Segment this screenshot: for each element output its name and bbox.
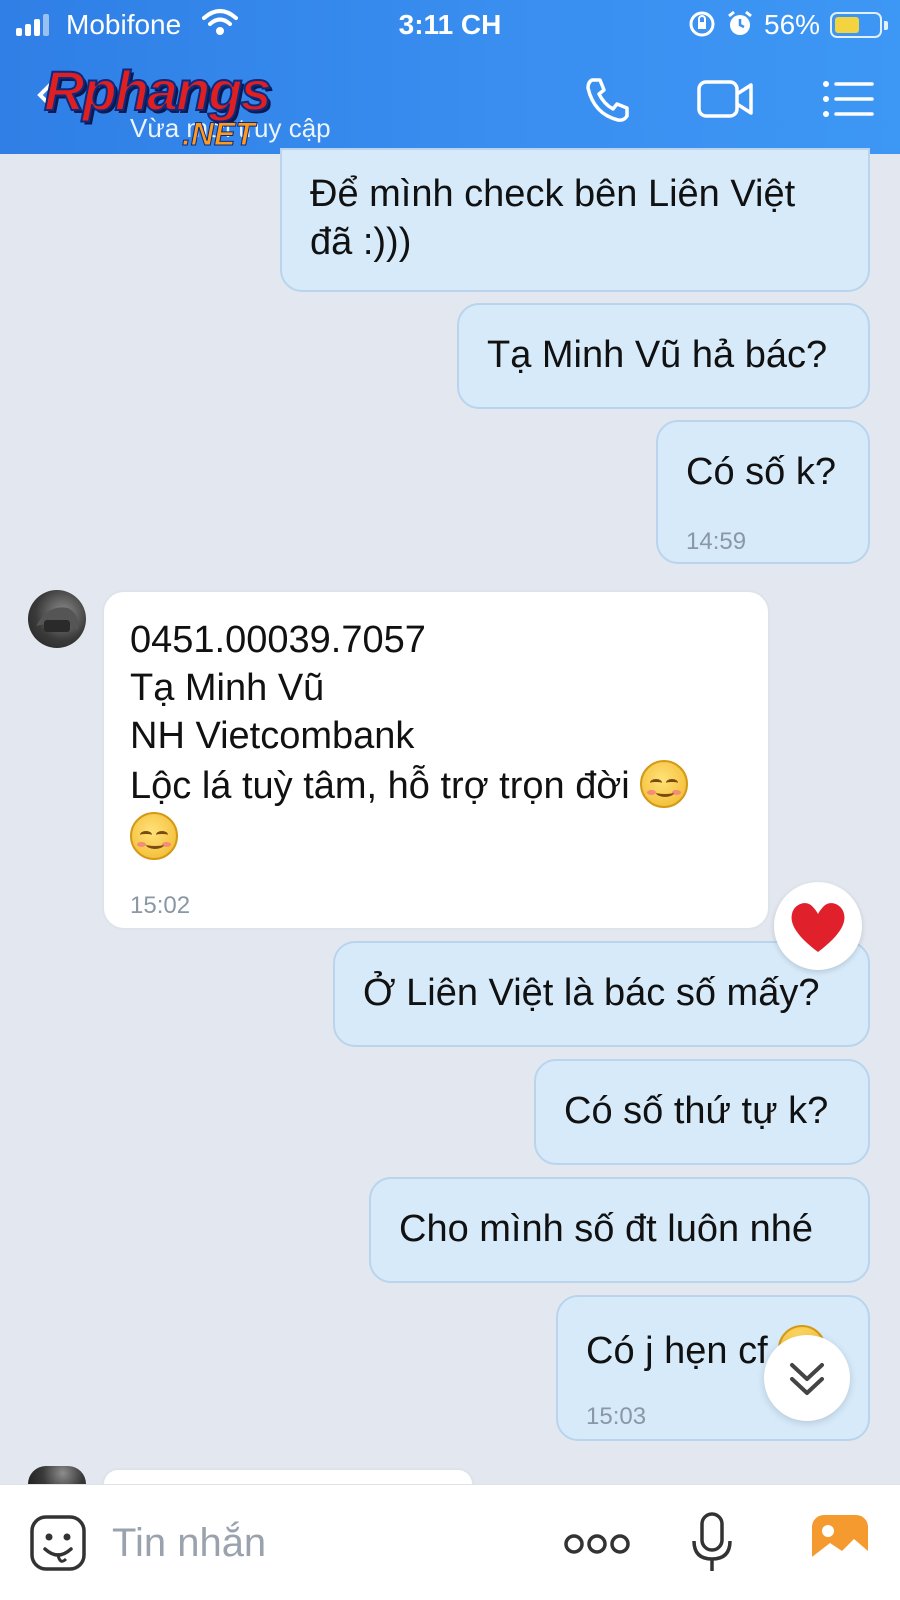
message-text: Tạ Minh Vũ hả bác? — [487, 334, 828, 376]
message-text: Cho mình số đt luôn nhé — [399, 1208, 814, 1250]
message-bubble-incoming[interactable] — [102, 1468, 474, 1484]
message-text: NH Vietcombank — [130, 715, 415, 757]
watermark-logo: Rphangs — [43, 58, 273, 123]
sticker-icon[interactable] — [28, 1513, 88, 1573]
message-input[interactable]: Tin nhắn — [112, 1521, 266, 1566]
message-text: Có số thứ tự k? — [564, 1090, 829, 1132]
message-text: Có j hẹn cf — [586, 1330, 768, 1372]
message-text: đã :))) — [310, 221, 412, 263]
phone-icon[interactable] — [580, 74, 640, 124]
reaction-badge[interactable] — [774, 882, 862, 970]
message-text: Ở Liên Việt là bác số mấy? — [363, 972, 820, 1014]
scroll-to-bottom-button[interactable] — [764, 1335, 850, 1421]
avatar[interactable] — [28, 590, 86, 648]
message-composer: Tin nhắn — [0, 1484, 900, 1600]
microphone-icon[interactable] — [690, 1511, 734, 1575]
more-icon[interactable] — [562, 1529, 632, 1559]
status-bar: Mobifone 3:11 CH 56% — [0, 0, 900, 50]
message-bubble-outgoing[interactable]: Có số thứ tự k? — [534, 1059, 870, 1165]
message-bubble-incoming[interactable]: 0451.00039.7057 Tạ Minh Vũ NH Vietcomban… — [102, 590, 770, 930]
message-bubble-outgoing[interactable]: Tạ Minh Vũ hả bác? — [457, 303, 870, 409]
avatar[interactable] — [28, 1466, 86, 1484]
chevron-double-down-icon — [790, 1363, 824, 1395]
message-time: 14:59 — [686, 528, 747, 555]
message-text: Tạ Minh Vũ — [130, 667, 325, 709]
chat-header: Mobifone 3:11 CH 56% Vừa mới truy cập Rp… — [0, 0, 900, 154]
photo-icon[interactable] — [810, 1513, 870, 1569]
battery-icon — [830, 12, 888, 38]
battery-percent: 56% — [764, 9, 821, 40]
video-call-icon[interactable] — [696, 74, 756, 124]
message-bubble-outgoing[interactable]: Để mình check bên Liên Việt đã :))) — [280, 148, 870, 292]
message-bubble-outgoing[interactable]: Cho mình số đt luôn nhé — [369, 1177, 870, 1283]
message-text: 0451.00039.7057 — [130, 619, 426, 661]
blushing-smile-emoji-icon — [640, 760, 689, 808]
menu-icon[interactable] — [820, 74, 880, 124]
heart-icon — [791, 903, 845, 952]
blushing-smile-emoji-icon — [130, 812, 178, 860]
message-bubble-outgoing[interactable]: Có số k? 14:59 — [656, 420, 870, 564]
message-time: 15:03 — [586, 1403, 647, 1430]
message-text: Có số k? — [686, 451, 836, 493]
watermark-logo-suffix: .NET — [182, 116, 256, 153]
alarm-icon — [728, 10, 752, 35]
message-time: 15:02 — [130, 892, 191, 919]
orientation-lock-icon — [689, 11, 715, 37]
message-text: Để mình check bên Liên Việt — [310, 173, 796, 215]
message-text: Lộc lá tuỳ tâm, hỗ trợ trọn đời — [130, 765, 630, 807]
